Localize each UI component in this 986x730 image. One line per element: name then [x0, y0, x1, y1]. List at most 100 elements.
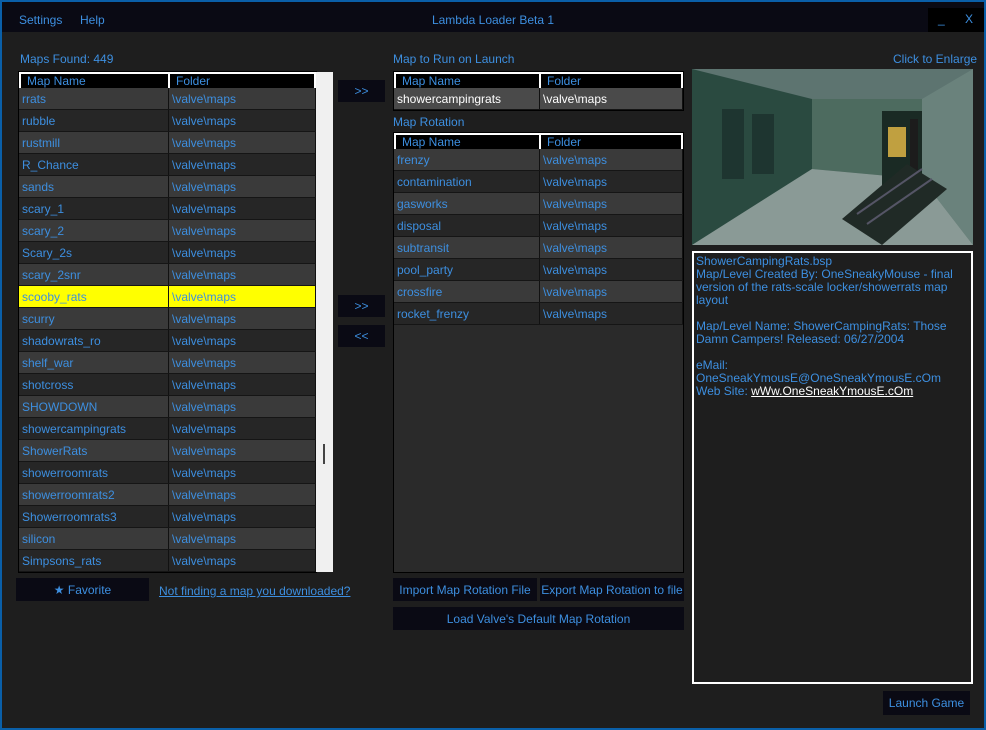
map-preview-art	[692, 69, 973, 245]
rotation-name-cell: contamination	[394, 171, 540, 192]
rotation-row[interactable]: contamination \valve\maps	[394, 171, 683, 193]
not-finding-map-link[interactable]: Not finding a map you downloaded?	[159, 584, 350, 598]
map-folder-cell: \valve\maps	[169, 396, 316, 417]
map-list-row[interactable]: scooby_rats \valve\maps	[19, 286, 316, 308]
rotation-row[interactable]: pool_party \valve\maps	[394, 259, 683, 281]
website-link[interactable]: wWw.OneSneakYmousE.cOm	[751, 384, 913, 398]
column-map-name[interactable]: Map Name	[396, 74, 541, 88]
maps-found-label: Maps Found: 449	[20, 52, 114, 66]
main-window: Settings Help Lambda Loader Beta 1 _ X M…	[0, 0, 986, 730]
map-list-row[interactable]: showercampingrats \valve\maps	[19, 418, 316, 440]
rotation-name-cell: disposal	[394, 215, 540, 236]
map-list-row[interactable]: scary_2snr \valve\maps	[19, 264, 316, 286]
map-list-row[interactable]: showerroomrats \valve\maps	[19, 462, 316, 484]
map-rotation-label: Map Rotation	[393, 115, 465, 129]
rotation-name-cell: rocket_frenzy	[394, 303, 540, 324]
map-name-cell: shadowrats_ro	[19, 330, 169, 351]
map-name-cell: shotcross	[19, 374, 169, 395]
rotation-row[interactable]: crossfire \valve\maps	[394, 281, 683, 303]
map-name-cell: scurry	[19, 308, 169, 329]
map-name-cell: scary_2snr	[19, 264, 169, 285]
minimize-button[interactable]: _	[938, 12, 945, 26]
map-name-cell: sands	[19, 176, 169, 197]
favorite-button[interactable]: ★ Favorite	[16, 578, 149, 601]
map-list-row[interactable]: silicon \valve\maps	[19, 528, 316, 550]
set-launch-map-button[interactable]: >>	[338, 80, 385, 102]
map-list-row[interactable]: shotcross \valve\maps	[19, 374, 316, 396]
map-list-grid[interactable]: Map Name Folder rrats \valve\maps rubble \v…	[18, 71, 317, 573]
menu-settings[interactable]: Settings	[19, 13, 62, 27]
rotation-folder-cell: \valve\maps	[540, 281, 683, 302]
map-list-row[interactable]: shadowrats_ro \valve\maps	[19, 330, 316, 352]
window-controls: _ X	[928, 8, 984, 32]
map-list-row[interactable]: scurry \valve\maps	[19, 308, 316, 330]
map-folder-cell: \valve\maps	[169, 506, 316, 527]
title-bar: Settings Help Lambda Loader Beta 1 _ X	[2, 2, 984, 32]
map-list-row[interactable]: R_Chance \valve\maps	[19, 154, 316, 176]
column-folder[interactable]: Folder	[541, 135, 683, 149]
map-list-row[interactable]: rustmill \valve\maps	[19, 132, 316, 154]
map-list-row[interactable]: scary_2 \valve\maps	[19, 220, 316, 242]
map-rotation-grid[interactable]: Map Name Folder frenzy \valve\maps contami…	[393, 132, 684, 573]
rotation-name-cell: gasworks	[394, 193, 540, 214]
rotation-row[interactable]: rocket_frenzy \valve\maps	[394, 303, 683, 325]
rotation-folder-cell: \valve\maps	[540, 171, 683, 192]
map-list-scrollbar[interactable]	[316, 72, 333, 572]
column-folder[interactable]: Folder	[541, 74, 683, 88]
map-folder-cell: \valve\maps	[169, 550, 316, 571]
rotation-row[interactable]: gasworks \valve\maps	[394, 193, 683, 215]
map-email: eMail: OneSneakYmousE@OneSneakYmousE.cOm	[696, 358, 941, 385]
rotation-row[interactable]: frenzy \valve\maps	[394, 149, 683, 171]
map-list-row[interactable]: Simpsons_rats \valve\maps	[19, 550, 316, 572]
launch-map-row[interactable]: showercampingrats \valve\maps	[394, 88, 683, 110]
column-map-name[interactable]: Map Name	[21, 74, 170, 88]
launch-map-grid[interactable]: Map Name Folder showercampingrats \valve…	[393, 71, 684, 111]
export-rotation-button[interactable]: Export Map Rotation to file	[540, 578, 684, 601]
map-folder-cell: \valve\maps	[169, 286, 316, 307]
map-list-row[interactable]: Showerroomrats3 \valve\maps	[19, 506, 316, 528]
launch-map-header: Map Name Folder	[394, 72, 683, 88]
map-name-cell: rubble	[19, 110, 169, 131]
map-list-row[interactable]: showerroomrats2 \valve\maps	[19, 484, 316, 506]
rotation-name-cell: crossfire	[394, 281, 540, 302]
map-folder-cell: \valve\maps	[169, 484, 316, 505]
remove-from-rotation-button[interactable]: <<	[338, 325, 385, 347]
column-folder[interactable]: Folder	[170, 74, 316, 88]
map-list-row[interactable]: sands \valve\maps	[19, 176, 316, 198]
map-preview-image[interactable]	[692, 69, 973, 245]
close-button[interactable]: X	[965, 12, 973, 26]
map-name-cell: scary_1	[19, 198, 169, 219]
map-name-cell: rustmill	[19, 132, 169, 153]
menu-help[interactable]: Help	[80, 13, 105, 27]
column-map-name[interactable]: Map Name	[396, 135, 541, 149]
click-to-enlarge-link[interactable]: Click to Enlarge	[893, 52, 977, 66]
map-name-cell: Simpsons_rats	[19, 550, 169, 571]
map-folder-cell: \valve\maps	[169, 440, 316, 461]
load-default-rotation-button[interactable]: Load Valve's Default Map Rotation	[393, 607, 684, 630]
launch-game-button[interactable]: Launch Game	[883, 691, 970, 715]
rotation-name-cell: subtransit	[394, 237, 540, 258]
map-list-row[interactable]: rrats \valve\maps	[19, 88, 316, 110]
map-name-cell: Showerroomrats3	[19, 506, 169, 527]
import-rotation-button[interactable]: Import Map Rotation File	[393, 578, 537, 601]
map-list-row[interactable]: shelf_war \valve\maps	[19, 352, 316, 374]
map-folder-cell: \valve\maps	[169, 308, 316, 329]
map-list-row[interactable]: Scary_2s \valve\maps	[19, 242, 316, 264]
scrollbar-thumb[interactable]	[323, 444, 325, 464]
map-list-row[interactable]: rubble \valve\maps	[19, 110, 316, 132]
rotation-folder-cell: \valve\maps	[540, 215, 683, 236]
map-folder-cell: \valve\maps	[169, 88, 316, 109]
map-folder-cell: \valve\maps	[169, 528, 316, 549]
map-level-name: Map/Level Name: ShowerCampingRats: Those…	[696, 319, 947, 346]
map-list-row[interactable]: ShowerRats \valve\maps	[19, 440, 316, 462]
map-folder-cell: \valve\maps	[169, 132, 316, 153]
add-to-rotation-button[interactable]: >>	[338, 295, 385, 317]
map-name-cell: showerroomrats	[19, 462, 169, 483]
rotation-row[interactable]: subtransit \valve\maps	[394, 237, 683, 259]
map-list-row[interactable]: SHOWDOWN \valve\maps	[19, 396, 316, 418]
map-folder-cell: \valve\maps	[169, 462, 316, 483]
map-folder-cell: \valve\maps	[169, 220, 316, 241]
rotation-row[interactable]: disposal \valve\maps	[394, 215, 683, 237]
map-list-row[interactable]: scary_1 \valve\maps	[19, 198, 316, 220]
map-list-header: Map Name Folder	[19, 72, 316, 88]
